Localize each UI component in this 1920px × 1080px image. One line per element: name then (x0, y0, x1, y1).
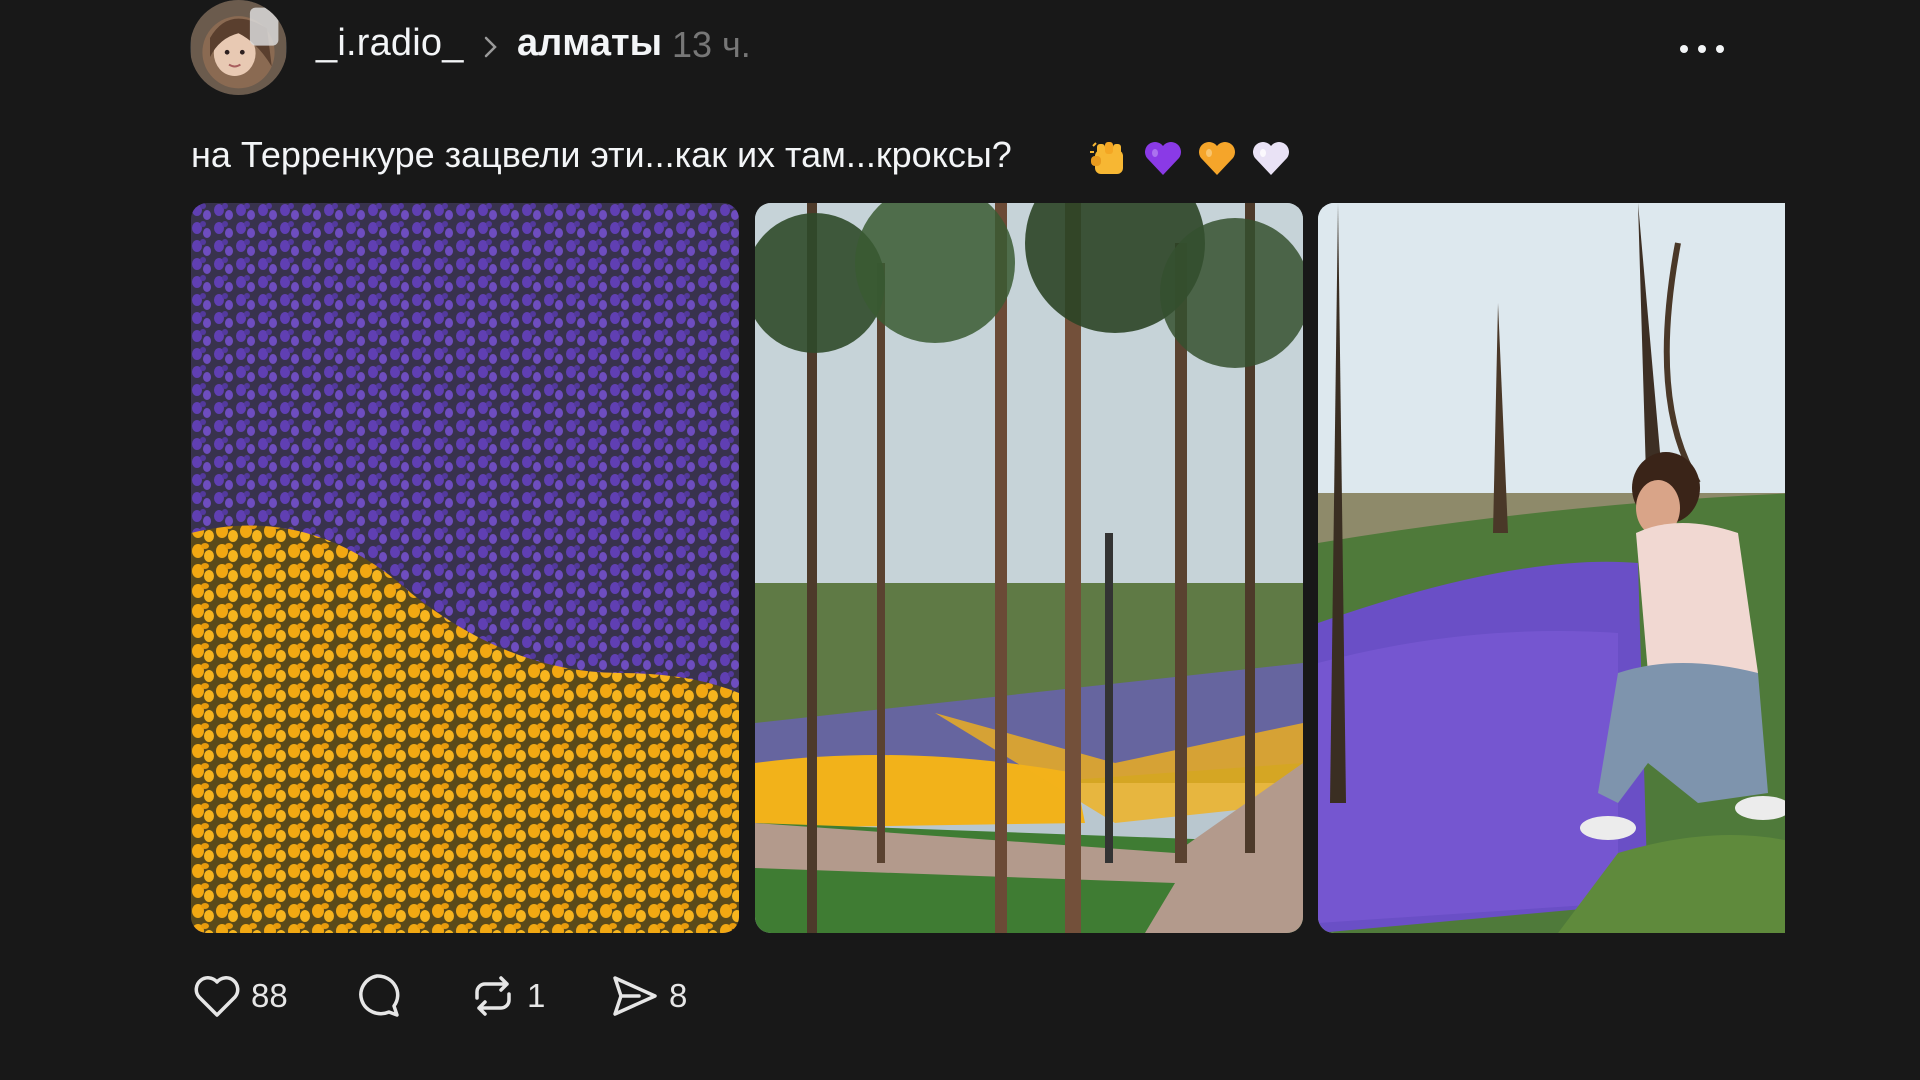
heart-icon (194, 976, 240, 1017)
like-count: 88 (251, 977, 288, 1014)
like-button[interactable]: 88 (191, 968, 288, 1024)
purple-heart-emoji (1145, 142, 1181, 175)
chevron-right-icon (484, 36, 497, 58)
white-heart-emoji (1253, 142, 1289, 175)
avatar-image (191, 0, 286, 95)
post-timestamp[interactable]: 13 ч. (672, 24, 751, 66)
share-button[interactable]: 8 (609, 968, 687, 1024)
fist-emoji (1090, 142, 1123, 174)
comment-button[interactable] (351, 968, 403, 1024)
send-icon (613, 976, 657, 1016)
share-count: 8 (669, 977, 688, 1014)
avatar[interactable] (190, 0, 287, 95)
repost-icon (475, 976, 511, 1016)
orange-heart-emoji (1199, 142, 1235, 175)
post-caption: на Терренкуре зацвели эти...как их там..… (191, 134, 1012, 175)
photo-carousel[interactable] (191, 203, 1785, 933)
post: _i.radio_ алматы 13 ч. на Терренкуре зац… (0, 0, 1920, 1080)
repost-button[interactable]: 1 (467, 968, 545, 1024)
more-options-button[interactable] (1672, 32, 1732, 66)
repost-count: 1 (527, 977, 546, 1014)
comment-bubble-icon (359, 974, 400, 1017)
woman-crocuses-image (1318, 203, 1785, 933)
caption-emojis (1087, 136, 1293, 180)
crocus-flowerbed-image (191, 203, 739, 933)
username-link[interactable]: _i.radio_ (316, 22, 464, 65)
location-link[interactable]: алматы (517, 22, 662, 65)
photo-park-path[interactable] (755, 203, 1303, 933)
photo-woman-crocuses[interactable] (1318, 203, 1785, 933)
post-actions-bar: 88 1 8 (191, 968, 791, 1028)
park-path-image (755, 203, 1303, 933)
photo-crocus-flowerbed[interactable] (191, 203, 739, 933)
more-dots-icon (1680, 45, 1724, 53)
